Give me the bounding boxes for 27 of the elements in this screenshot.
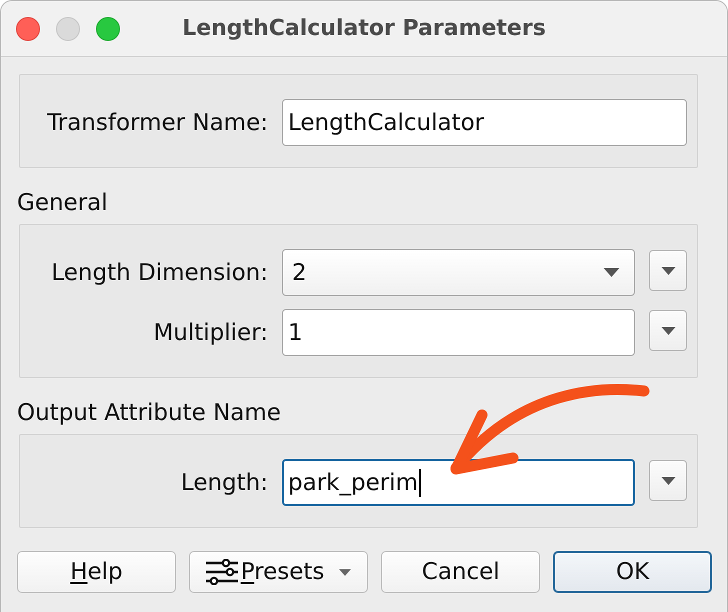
- section-title: General: [17, 190, 108, 217]
- caret-icon: [660, 326, 676, 334]
- dialog-button[interactable]: OK: [553, 551, 712, 593]
- close-button[interactable]: [16, 16, 40, 40]
- field-label: Length:: [180, 470, 268, 496]
- menu-button[interactable]: [649, 310, 687, 351]
- caret-icon: [603, 268, 620, 277]
- caret-icon: [660, 266, 676, 274]
- field-label: Length Dimension:: [51, 260, 268, 286]
- dialog-button[interactable]: Cancel: [381, 551, 540, 593]
- menu-button[interactable]: [649, 250, 687, 291]
- section-title: Output Attribute Name: [17, 400, 281, 427]
- sliders-icon: [206, 559, 238, 585]
- caret-icon: [660, 476, 676, 484]
- text-field[interactable]: 1: [282, 309, 635, 356]
- menu-button[interactable]: [649, 460, 687, 501]
- field-label: Multiplier:: [153, 320, 268, 346]
- caret-icon: [339, 568, 352, 576]
- text-field[interactable]: LengthCalculator: [282, 99, 687, 146]
- text-cursor-icon: [418, 468, 421, 496]
- field-label: Transformer Name:: [47, 110, 268, 136]
- presets-button[interactable]: Presets: [188, 551, 368, 593]
- text-field[interactable]: park_perim: [282, 459, 635, 506]
- dropdown[interactable]: 2: [282, 249, 635, 296]
- window-title: LengthCalculator Parameters: [182, 16, 546, 41]
- zoom-button[interactable]: [96, 16, 120, 40]
- dialog-button[interactable]: Help: [17, 551, 176, 593]
